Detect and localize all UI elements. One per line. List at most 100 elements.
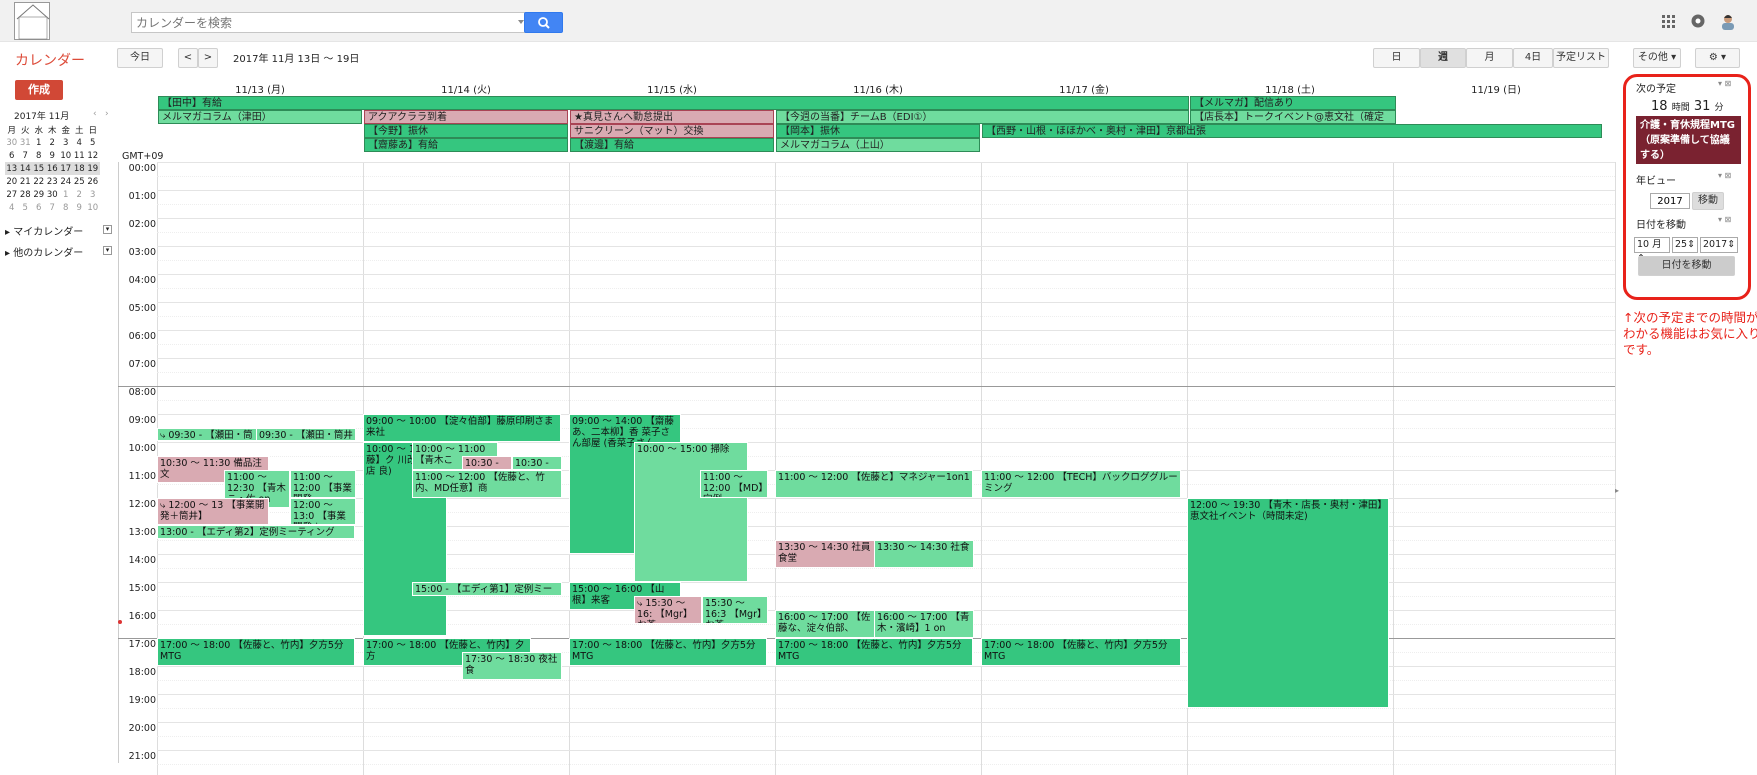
allday-event[interactable]: 【岡本】振休 — [776, 124, 980, 138]
event-block[interactable]: 10:30 - 【 — [462, 456, 512, 470]
mini-day[interactable]: 30 — [46, 188, 60, 201]
event-block[interactable]: 12:00 〜 13:0 【事業開発＋ — [290, 498, 356, 525]
mini-day[interactable]: 31 — [19, 136, 33, 149]
mini-next-icon[interactable]: › — [105, 109, 109, 119]
my-calendars-toggle-icon[interactable]: ▾ — [103, 225, 112, 234]
mini-day[interactable]: 26 — [86, 175, 100, 188]
mini-prev-icon[interactable]: ‹ — [93, 109, 97, 119]
day-header-sat[interactable]: 11/18 (土) — [1187, 81, 1393, 96]
mini-day[interactable]: 13 — [5, 162, 19, 175]
event-block[interactable]: 11:00 〜 12:00 【佐藤と】マネジャー1on1 — [775, 470, 973, 498]
mini-day[interactable]: 25 — [73, 175, 87, 188]
event-block[interactable]: 17:00 〜 18:00 【佐藤と、竹内】夕方5分MTG — [157, 638, 355, 666]
mini-day[interactable]: 2 — [46, 136, 60, 149]
day-header-wed[interactable]: 11/15 (水) — [569, 81, 775, 96]
mini-day[interactable]: 22 — [32, 175, 46, 188]
view-week-tab[interactable]: 週 — [1420, 48, 1466, 68]
event-block[interactable]: 13:30 〜 14:30 社食 — [874, 540, 974, 568]
mini-day[interactable]: 8 — [32, 149, 46, 162]
day-header-thu[interactable]: 11/16 (木) — [775, 81, 981, 96]
my-calendars-section[interactable]: ▸ マイカレンダー ▾ — [5, 223, 117, 238]
mini-day[interactable]: 18 — [72, 162, 86, 175]
mini-day[interactable]: 3 — [59, 136, 73, 149]
mini-day[interactable]: 7 — [46, 201, 60, 214]
mini-day[interactable]: 1 — [32, 136, 46, 149]
day-header-fri[interactable]: 11/17 (金) — [981, 81, 1187, 96]
mini-day[interactable]: 15 — [32, 162, 46, 175]
widget-menu-icon[interactable]: ▾ ⊠ — [1718, 171, 1731, 180]
prev-button[interactable]: < — [178, 48, 198, 68]
mini-day[interactable]: 2 — [73, 188, 87, 201]
view-month-tab[interactable]: 月 — [1466, 48, 1513, 68]
event-block[interactable]: 16:00 〜 17:00 【青木・濱崎】1 on — [874, 610, 974, 638]
mini-day[interactable]: 14 — [18, 162, 32, 175]
mini-day[interactable]: 8 — [59, 201, 73, 214]
year-select[interactable]: 2017⇕ — [1700, 237, 1738, 253]
allday-event[interactable]: メルマガコラム（上山） — [776, 138, 980, 152]
mini-day[interactable]: 4 — [5, 201, 19, 214]
mini-day[interactable]: 4 — [73, 136, 87, 149]
mini-day[interactable]: 20 — [5, 175, 19, 188]
widget-menu-icon[interactable]: ▾ ⊠ — [1718, 79, 1731, 88]
event-block[interactable]: 09:30 - 【瀬田・筒井 — [256, 428, 356, 441]
mini-day[interactable]: 6 — [5, 149, 19, 162]
mini-day[interactable]: 24 — [59, 175, 73, 188]
allday-event[interactable]: 【田中】有給 — [158, 96, 1189, 110]
avatar[interactable] — [1719, 12, 1737, 30]
event-block[interactable]: 12:00 〜 19:30 【青木・店長・奥村・津田】恵文社イベント（時間未定) — [1187, 498, 1389, 708]
day-header-mon[interactable]: 11/13 (月) — [157, 81, 363, 96]
today-button[interactable]: 今日 — [117, 48, 163, 68]
search-input[interactable] — [132, 13, 512, 32]
day-header-sun[interactable]: 11/19 (日) — [1393, 81, 1599, 96]
settings-button[interactable]: ⚙ ▾ — [1695, 48, 1740, 68]
mini-day[interactable]: 29 — [32, 188, 46, 201]
allday-event[interactable]: 【今野】振休 — [364, 124, 568, 138]
allday-event[interactable]: 【メルマガ】配信あり — [1190, 96, 1396, 110]
event-block[interactable]: 10:30 - 【 — [512, 456, 562, 470]
allday-event[interactable]: 【渡邊】有給 — [570, 138, 774, 152]
event-block[interactable]: 09:00 〜 10:00 【淀々伯部】藤原印刷さま来社 — [363, 414, 561, 442]
mini-day[interactable]: 16 — [45, 162, 59, 175]
widget-menu-icon[interactable]: ▾ ⊠ — [1718, 215, 1731, 224]
event-block[interactable]: 17:00 〜 18:00 【佐藤と、竹内】夕方5分MTG — [981, 638, 1181, 666]
allday-event[interactable]: メルマガコラム（津田） — [158, 110, 362, 124]
event-block[interactable]: 11:00 〜 12:00 【事業開発 — [290, 470, 356, 498]
event-block[interactable]: 11:00 〜 12:00 【TECH】バックロググルーミング — [981, 470, 1181, 498]
mini-day[interactable]: 27 — [5, 188, 19, 201]
allday-event[interactable]: サニクリーン（マット）交換 — [570, 124, 774, 138]
mini-day[interactable]: 9 — [73, 201, 87, 214]
allday-event[interactable]: 【店長本】トークイベント@恵文社（確定 — [1190, 110, 1396, 124]
collapse-panel-icon[interactable]: ▸ — [1615, 486, 1619, 495]
event-block[interactable]: 13:00 - 【エディ第2】定例ミーティング — [157, 525, 355, 539]
logo[interactable] — [14, 2, 50, 40]
create-button[interactable]: 作成 — [15, 80, 63, 100]
mini-day[interactable]: 5 — [86, 136, 100, 149]
year-go-button[interactable]: 移動 — [1692, 192, 1724, 210]
mini-day[interactable]: 10 — [59, 149, 73, 162]
mini-day[interactable]: 28 — [19, 188, 33, 201]
mini-day[interactable]: 3 — [86, 188, 100, 201]
other-calendars-toggle-icon[interactable]: ▾ — [103, 246, 112, 255]
event-block[interactable]: 13:30 〜 14:30 社員食堂 — [775, 540, 875, 568]
event-block[interactable]: 11:00 〜 12:00 【MD】定例 — [700, 470, 768, 498]
view-4day-tab[interactable]: 4日 — [1513, 48, 1553, 68]
event-block[interactable]: 15:00 - 【エディ第1】定例ミー — [412, 582, 562, 596]
next-event-card[interactable]: 介護・育休規程MTG（原案準備して協議する） — [1636, 116, 1741, 164]
month-select[interactable]: 10 月⇕ — [1634, 237, 1670, 264]
mini-day[interactable]: 5 — [19, 201, 33, 214]
mini-day[interactable]: 10 — [86, 201, 100, 214]
day-select[interactable]: 25⇕ — [1672, 237, 1698, 253]
event-block[interactable]: 11:00 〜 12:00 【佐藤と、竹内、MD任意】商 — [412, 470, 562, 498]
apps-grid-icon[interactable] — [1661, 14, 1675, 28]
event-block[interactable]: 17:00 〜 18:00 【佐藤と、竹内】夕方5分MTG — [569, 638, 767, 666]
next-button[interactable]: > — [198, 48, 218, 68]
more-menu-button[interactable]: その他 ▾ — [1633, 48, 1681, 68]
event-block[interactable]: 17:30 〜 18:30 夜社食 — [462, 652, 562, 680]
mini-day[interactable]: 1 — [59, 188, 73, 201]
mini-day[interactable]: 21 — [19, 175, 33, 188]
mini-day[interactable]: 9 — [46, 149, 60, 162]
mini-day[interactable]: 6 — [32, 201, 46, 214]
allday-event[interactable]: 【齋藤あ】有給 — [364, 138, 568, 152]
mini-day[interactable]: 17 — [59, 162, 73, 175]
event-block[interactable]: ⤷ 09:30 - 【瀬田・筒 — [157, 428, 257, 441]
